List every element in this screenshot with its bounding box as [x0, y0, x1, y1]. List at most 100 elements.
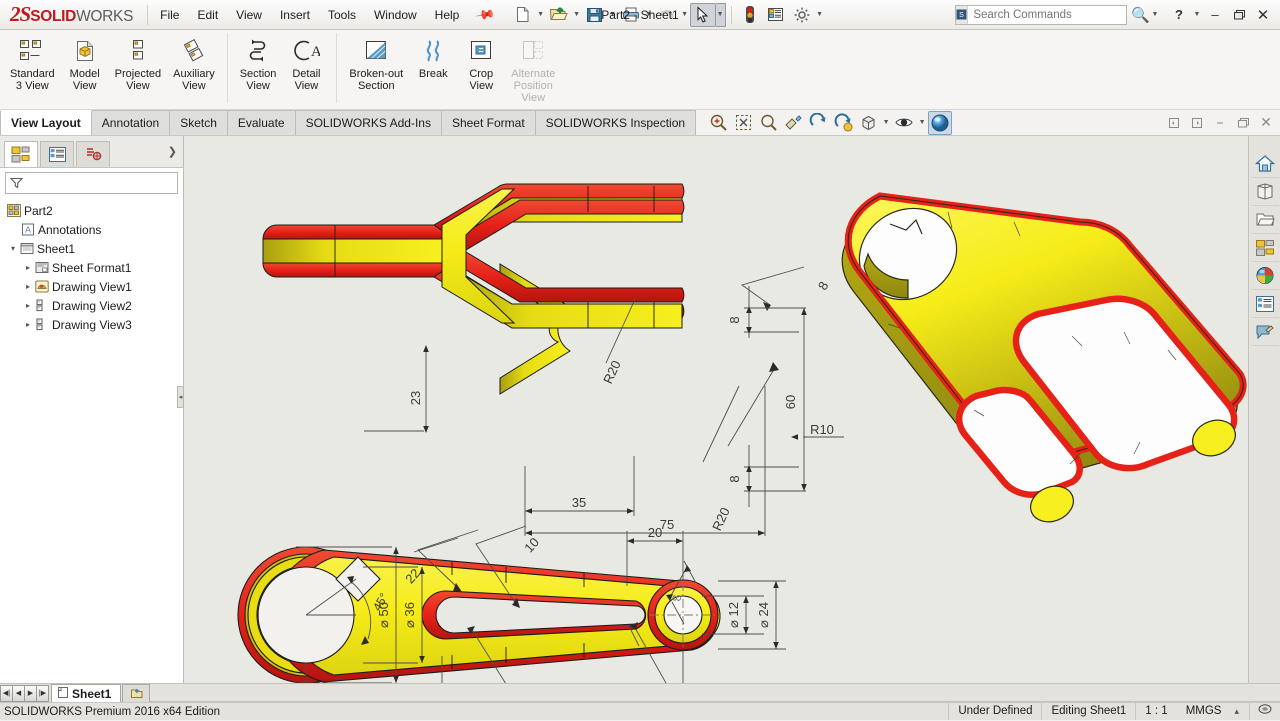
pushpin-icon[interactable]: 📌 — [474, 3, 496, 25]
help-dropdown-caret[interactable]: ▼ — [1192, 3, 1202, 27]
tab-sketch[interactable]: Sketch — [170, 110, 228, 135]
open-folder-dropdown-caret[interactable]: ▼ — [572, 3, 582, 27]
tree-toggle-drawing-view1[interactable]: ▸ — [22, 282, 34, 291]
tree-toggle-drawing-view2[interactable]: ▸ — [22, 301, 34, 310]
broken-out-section-button[interactable]: Broken-out Section — [343, 33, 409, 95]
pan-icon[interactable] — [781, 111, 805, 135]
tree-toggle-drawing-view3[interactable]: ▸ — [22, 320, 34, 329]
tab-solidworks-inspection[interactable]: SOLIDWORKS Inspection — [536, 110, 696, 135]
panel-resize-handle[interactable]: ◂ — [177, 386, 184, 408]
tab-solidworks-add-ins[interactable]: SOLIDWORKS Add-Ins — [296, 110, 442, 135]
last-sheet-icon[interactable]: |▶ — [36, 685, 49, 702]
previous-view-icon[interactable] — [831, 111, 855, 135]
apply-scene-icon[interactable] — [928, 111, 952, 135]
status-units[interactable]: MMGS — [1177, 703, 1231, 720]
menu-item-file[interactable]: File — [152, 4, 187, 26]
sheet-properties-icon[interactable] — [763, 3, 789, 27]
tab-view-layout[interactable]: View Layout — [0, 110, 92, 135]
new-file-dropdown-caret[interactable]: ▼ — [536, 3, 546, 27]
document-restore-icon[interactable] — [1233, 113, 1253, 133]
drawing-canvas[interactable]: 23 35 — [184, 136, 1248, 683]
menu-item-insert[interactable]: Insert — [272, 4, 318, 26]
tree-toggle-sheet1[interactable]: ▾ — [7, 244, 19, 253]
search-scope-icon[interactable]: S — [956, 6, 968, 24]
tree-toggle-sheet-format1[interactable]: ▸ — [22, 263, 34, 272]
standard-3-view-button[interactable]: Standard 3 View — [4, 33, 61, 95]
menu-item-edit[interactable]: Edit — [189, 4, 226, 26]
annotations-note-icon[interactable] — [1251, 318, 1279, 346]
tab-annotation[interactable]: Annotation — [92, 110, 170, 135]
document-close-icon[interactable]: ✕ — [1256, 113, 1276, 133]
zoom-to-area-icon[interactable] — [731, 111, 755, 135]
save-dropdown-caret[interactable]: ▼ — [608, 3, 618, 27]
tile-right-icon[interactable] — [1187, 113, 1207, 133]
cursor-arrow-icon[interactable] — [690, 3, 716, 27]
feature-manager-tab[interactable] — [4, 141, 38, 167]
model-view-button[interactable]: Model View — [61, 33, 109, 95]
library-icon[interactable] — [1251, 178, 1279, 206]
save-floppy-icon[interactable] — [582, 3, 608, 27]
new-file-icon[interactable] — [510, 3, 536, 27]
appearances-icon[interactable] — [1251, 262, 1279, 290]
tree-item-sheet-format1[interactable]: ▸ Sheet Format1 — [4, 258, 183, 277]
search-dropdown-caret[interactable]: ▼ — [1150, 3, 1160, 27]
minimize-button[interactable]: – — [1204, 4, 1226, 26]
drawing-view-3-lever[interactable]: ⌀ 50 ⌀ 36 — [237, 525, 786, 683]
rotate-view-icon[interactable] — [806, 111, 830, 135]
tree-item-drawing-view2[interactable]: ▸ Drawing View2 — [4, 296, 183, 315]
magnifier-icon[interactable]: 🔍 — [1131, 6, 1150, 24]
close-button[interactable]: ✕ — [1252, 4, 1274, 26]
search-commands-box[interactable]: S — [955, 5, 1127, 25]
tree-item-part2[interactable]: Part2 — [4, 201, 183, 220]
feature-tree-filter[interactable] — [5, 172, 178, 194]
alternate-position-view-button[interactable]: Alternate Position View — [505, 33, 561, 107]
menu-item-tools[interactable]: Tools — [320, 4, 364, 26]
status-units-caret[interactable]: ▴ — [1230, 703, 1249, 720]
gear-icon[interactable] — [789, 3, 815, 27]
drawing-view-1-isometric[interactable] — [842, 191, 1243, 528]
tab-evaluate[interactable]: Evaluate — [228, 110, 296, 135]
tab-sheet-format[interactable]: Sheet Format — [442, 110, 536, 135]
configuration-manager-tab[interactable] — [76, 141, 110, 167]
break-button[interactable]: Break — [409, 33, 457, 83]
overlay-icon[interactable] — [1249, 703, 1280, 720]
restore-button[interactable] — [1228, 4, 1250, 26]
tree-item-sheet1[interactable]: ▾ Sheet1 — [4, 239, 183, 258]
help-button[interactable]: ? — [1168, 4, 1190, 26]
menu-item-window[interactable]: Window — [366, 4, 425, 26]
hide-show-items-icon[interactable] — [892, 111, 916, 135]
options-dropdown-caret[interactable]: ▼ — [815, 3, 825, 27]
chevron-right-icon[interactable]: ❯ — [168, 145, 183, 158]
zoom-to-fit-icon[interactable] — [706, 111, 730, 135]
projected-view-button[interactable]: Projected View — [109, 33, 167, 95]
custom-properties-icon[interactable] — [1251, 290, 1279, 318]
tree-item-annotations[interactable]: A Annotations — [4, 220, 183, 239]
auxiliary-view-button[interactable]: Auxiliary View — [167, 33, 221, 95]
section-view-button[interactable]: Section View — [234, 33, 283, 95]
menu-item-help[interactable]: Help — [427, 4, 468, 26]
add-sheet-icon[interactable] — [122, 684, 150, 702]
tree-item-drawing-view1[interactable]: ▸ Drawing View1 — [4, 277, 183, 296]
tile-left-icon[interactable] — [1164, 113, 1184, 133]
select-dropdown-caret[interactable]: ▼ — [716, 3, 726, 27]
detail-view-button[interactable]: A Detail View — [282, 33, 330, 95]
print-dropdown-caret[interactable]: ▼ — [644, 3, 654, 27]
undo-arrow-icon[interactable] — [654, 3, 680, 27]
traffic-light-icon[interactable] — [737, 3, 763, 27]
printer-icon[interactable] — [618, 3, 644, 27]
hide-show-dropdown-caret[interactable]: ▼ — [917, 111, 927, 135]
drawing-view-2-fork[interactable]: 23 35 — [251, 184, 844, 536]
display-style-dropdown-caret[interactable]: ▼ — [881, 111, 891, 135]
open-folder-icon[interactable] — [546, 3, 572, 27]
sheet-tab-sheet1[interactable]: Sheet1 — [51, 684, 121, 702]
crop-view-button[interactable]: Crop View — [457, 33, 505, 95]
file-explorer-icon[interactable] — [1251, 206, 1279, 234]
menu-item-view[interactable]: View — [228, 4, 270, 26]
undo-dropdown-caret[interactable]: ▼ — [680, 3, 690, 27]
zoom-in-out-icon[interactable] — [756, 111, 780, 135]
document-minimize-icon[interactable]: ⎯ — [1210, 113, 1230, 133]
design-library-icon[interactable] — [1251, 234, 1279, 262]
display-style-icon[interactable] — [856, 111, 880, 135]
property-manager-tab[interactable] — [40, 141, 74, 167]
search-input[interactable] — [968, 9, 1132, 21]
